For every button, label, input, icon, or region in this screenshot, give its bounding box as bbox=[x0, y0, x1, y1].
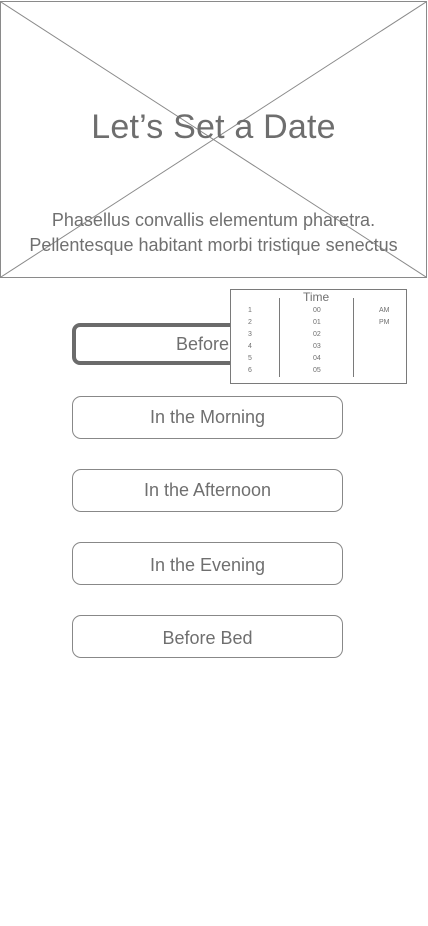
hero-subtitle-line-2: Pellentesque habitant morbi tristique se… bbox=[29, 235, 398, 255]
pm-option[interactable]: PM bbox=[379, 317, 390, 329]
hero-subtitle-line-1: Phasellus convallis elementum pharetra. bbox=[51, 210, 376, 230]
time-picker-title: Time bbox=[303, 290, 330, 304]
ampm-column[interactable]: AM PM bbox=[379, 305, 390, 329]
screen: Let’s Set a Date Phasellus convallis ele… bbox=[0, 0, 428, 926]
option-label: In the Afternoon bbox=[143, 480, 272, 500]
hour-option[interactable]: 5 bbox=[248, 353, 252, 365]
option-label: In the Morning bbox=[149, 407, 266, 427]
hero-image-placeholder: Let’s Set a Date Phasellus convallis ele… bbox=[0, 1, 427, 278]
time-picker[interactable]: Time 1 2 3 4 5 6 00 01 02 03 04 05 AM PM bbox=[230, 289, 407, 384]
option-evening-button[interactable]: In the Evening bbox=[72, 542, 343, 585]
minute-option[interactable]: 01 bbox=[313, 317, 321, 329]
hour-option[interactable]: 6 bbox=[248, 365, 252, 377]
option-label: Before Bed bbox=[162, 628, 253, 648]
minute-option[interactable]: 05 bbox=[313, 365, 321, 377]
minute-option[interactable]: 00 bbox=[313, 305, 321, 317]
minute-option[interactable]: 03 bbox=[313, 341, 321, 353]
option-before-bed-button[interactable]: Before Bed bbox=[72, 615, 343, 658]
minute-option[interactable]: 02 bbox=[313, 329, 321, 341]
am-option[interactable]: AM bbox=[379, 305, 390, 317]
column-divider bbox=[279, 298, 280, 377]
hour-column[interactable]: 1 2 3 4 5 6 bbox=[248, 305, 252, 377]
option-label: In the Evening bbox=[149, 555, 266, 575]
minute-column[interactable]: 00 01 02 03 04 05 bbox=[313, 305, 321, 377]
hour-option[interactable]: 1 bbox=[248, 305, 252, 317]
hero-subtitle: Phasellus convallis elementum pharetra. … bbox=[1, 208, 426, 258]
hour-option[interactable]: 4 bbox=[248, 341, 252, 353]
hour-option[interactable]: 2 bbox=[248, 317, 252, 329]
option-morning-button[interactable]: In the Morning bbox=[72, 396, 343, 439]
column-divider bbox=[353, 298, 354, 377]
page-title: Let’s Set a Date bbox=[91, 108, 336, 146]
minute-option[interactable]: 04 bbox=[313, 353, 321, 365]
hour-option[interactable]: 3 bbox=[248, 329, 252, 341]
option-afternoon-button[interactable]: In the Afternoon bbox=[72, 469, 343, 512]
